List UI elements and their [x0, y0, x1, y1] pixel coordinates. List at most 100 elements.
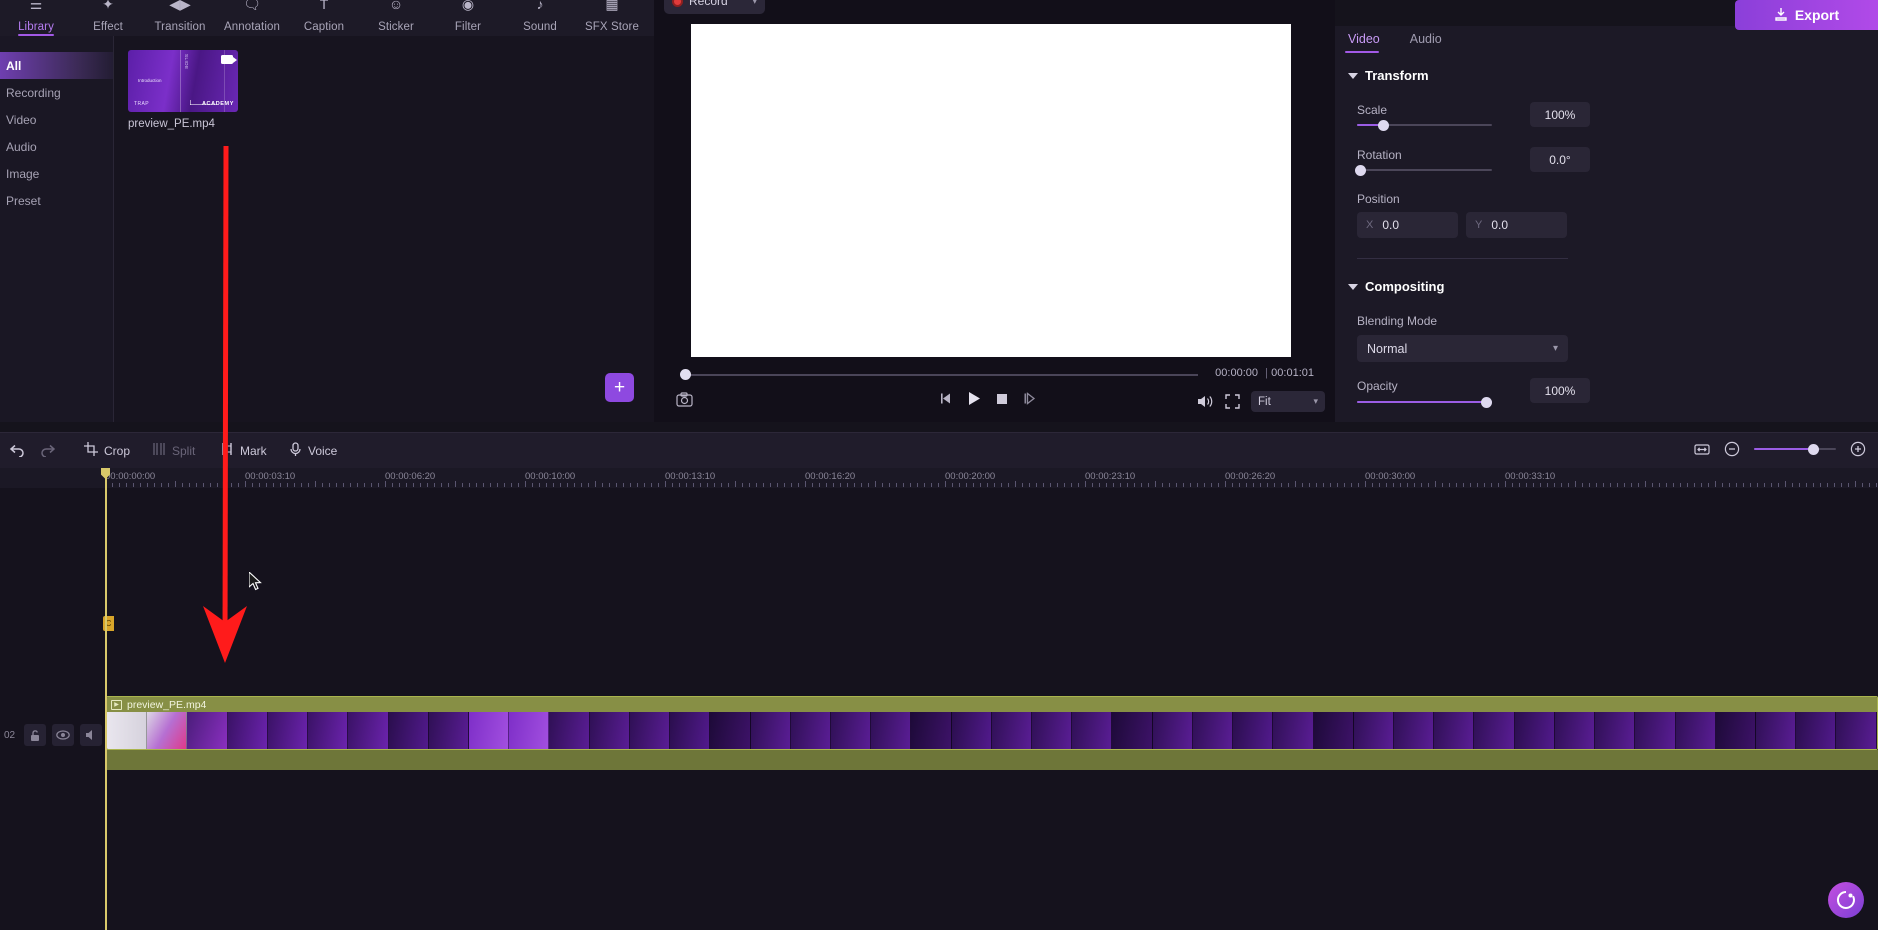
- play-icon[interactable]: [967, 391, 981, 406]
- scale-value-input[interactable]: 100%: [1530, 102, 1590, 127]
- preview-scrubber-handle[interactable]: [680, 369, 691, 380]
- position-x-input[interactable]: X 0.0: [1357, 212, 1458, 238]
- preview-controls: Fit ▾: [654, 388, 1335, 418]
- ruler-ticks: [105, 481, 1877, 487]
- transform-section-header[interactable]: Transform: [1348, 68, 1429, 83]
- zoom-slider-handle[interactable]: [1808, 443, 1819, 455]
- camera-icon[interactable]: [676, 392, 693, 407]
- tab-video[interactable]: Video: [1345, 32, 1380, 53]
- rotation-slider-handle[interactable]: [1355, 164, 1366, 176]
- compositing-section-header[interactable]: Compositing: [1348, 279, 1444, 294]
- sidebar-item-video[interactable]: Video: [0, 106, 113, 133]
- blending-mode-select[interactable]: Normal ▾: [1357, 335, 1568, 362]
- stop-icon[interactable]: [996, 393, 1008, 405]
- preview-video-canvas[interactable]: [691, 24, 1291, 357]
- library-icon: ☰: [29, 0, 43, 12]
- text-icon: T: [319, 0, 329, 12]
- toolbar-tab-label: SFX Store: [585, 21, 639, 33]
- zoom-in-button[interactable]: [1850, 441, 1866, 457]
- sidebar-item-label: All: [6, 58, 22, 73]
- tab-audio[interactable]: Audio: [1410, 32, 1442, 53]
- media-thumbnail[interactable]: SLIDE Introduction TRAP ACADEMY: [128, 50, 238, 112]
- split-button[interactable]: Split: [152, 442, 195, 459]
- playhead[interactable]: [101, 468, 110, 930]
- mouse-cursor: [249, 572, 262, 591]
- sidebar-item-label: Preset: [6, 193, 41, 208]
- record-button[interactable]: Record ▾: [664, 0, 765, 14]
- eye-icon[interactable]: [52, 724, 74, 746]
- crop-button[interactable]: Crop: [84, 442, 130, 459]
- scale-slider-handle[interactable]: [1378, 119, 1389, 131]
- sidebar-item-label: Audio: [6, 139, 37, 154]
- clip-audio-waveform[interactable]: [106, 750, 1878, 770]
- toolbar-tab-label: Library: [18, 21, 54, 33]
- position-label: Position: [1357, 192, 1400, 206]
- toolbar-tab-sfx-store[interactable]: ▦ SFX Store: [576, 0, 648, 36]
- scale-slider-track[interactable]: [1357, 119, 1492, 131]
- sidebar-item-image[interactable]: Image: [0, 160, 113, 187]
- fit-mode-value: Fit: [1258, 395, 1271, 408]
- position-y-input[interactable]: Y 0.0: [1466, 212, 1567, 238]
- media-item[interactable]: SLIDE Introduction TRAP ACADEMY preview_…: [128, 50, 238, 130]
- video-editor-window: ☰ Library ✦ Effect ◀▶ Transition 🗨 Annot…: [0, 0, 1878, 930]
- timeline-zoom-controls: [1694, 441, 1866, 457]
- sidebar-item-preset[interactable]: Preset: [0, 187, 113, 214]
- opacity-slider-handle[interactable]: [1481, 396, 1492, 408]
- opacity-slider-track[interactable]: [1357, 396, 1492, 408]
- split-label: Split: [172, 443, 196, 458]
- video-clip-icon: ▶: [111, 699, 122, 710]
- sidebar-item-label: Recording: [6, 85, 61, 100]
- caret-down-icon: [1348, 72, 1358, 79]
- toolbar-tab-sound[interactable]: ♪ Sound: [504, 0, 576, 36]
- transition-icon: ◀▶: [169, 0, 191, 12]
- toolbar-tab-filter[interactable]: ◉ Filter: [432, 0, 504, 36]
- toolbar-tab-label: Transition: [154, 21, 206, 33]
- timeline-zoom-slider[interactable]: [1754, 443, 1836, 455]
- toolbar-tab-sticker[interactable]: ☺ Sticker: [360, 0, 432, 36]
- record-label: Record: [689, 0, 728, 8]
- toolbar-tab-annotation[interactable]: 🗨 Annotation: [216, 0, 288, 36]
- preview-scrubber-track[interactable]: [688, 374, 1198, 376]
- speaker-icon[interactable]: [80, 724, 102, 746]
- toolbar-tab-label: Annotation: [224, 21, 280, 33]
- add-media-button[interactable]: +: [605, 373, 634, 402]
- volume-icon[interactable]: [1197, 394, 1214, 409]
- chevron-down-icon[interactable]: ▾: [752, 0, 757, 7]
- opacity-value-input[interactable]: 100%: [1530, 378, 1590, 403]
- crop-icon: [84, 442, 98, 459]
- undo-button[interactable]: [8, 442, 25, 457]
- rotation-slider-track[interactable]: [1355, 164, 1492, 176]
- fit-mode-select[interactable]: Fit ▾: [1251, 391, 1325, 412]
- rotation-value-input[interactable]: 0.0°: [1530, 147, 1590, 172]
- split-icon: [152, 442, 166, 459]
- sidebar-item-audio[interactable]: Audio: [0, 133, 113, 160]
- timeline-clip[interactable]: ▶ preview_PE.mp4: [106, 696, 1878, 750]
- toolbar-tab-transition[interactable]: ◀▶ Transition: [144, 0, 216, 36]
- zoom-slider-fill: [1754, 448, 1813, 450]
- smiley-icon: ☺: [388, 0, 404, 12]
- timeline-ruler[interactable]: 00:00:00:00 00:00:03:10 00:00:06:20 00:0…: [0, 468, 1878, 488]
- sidebar-item-all[interactable]: All: [0, 52, 113, 79]
- fit-to-window-icon[interactable]: [1694, 442, 1710, 457]
- sidebar-item-recording[interactable]: Recording: [0, 79, 113, 106]
- toolbar-tab-effect[interactable]: ✦ Effect: [72, 0, 144, 36]
- zoom-out-button[interactable]: [1724, 441, 1740, 457]
- track-controls: 02: [0, 710, 105, 760]
- mark-button[interactable]: Mark: [220, 442, 267, 459]
- previous-frame-icon[interactable]: [939, 392, 952, 405]
- voice-button[interactable]: Voice: [289, 442, 337, 460]
- music-note-icon: ♪: [536, 0, 544, 12]
- toolbar-tab-caption[interactable]: T Caption: [288, 0, 360, 36]
- redo-button[interactable]: [40, 442, 57, 457]
- clip-header[interactable]: ▶ preview_PE.mp4: [107, 697, 1877, 712]
- export-button[interactable]: Export: [1735, 0, 1878, 30]
- lock-icon[interactable]: [24, 724, 46, 746]
- toolbar-tab-library[interactable]: ☰ Library: [0, 0, 72, 36]
- next-frame-icon[interactable]: [1023, 392, 1036, 405]
- assistant-logo-button[interactable]: [1828, 882, 1864, 918]
- toolbar-tab-label: Filter: [454, 21, 482, 33]
- chevron-down-icon: ▾: [1552, 343, 1558, 354]
- fullscreen-icon[interactable]: [1225, 394, 1240, 409]
- media-sidebar: All Recording Video Audio Image Preset: [0, 36, 113, 422]
- record-dot-icon: [672, 0, 683, 7]
